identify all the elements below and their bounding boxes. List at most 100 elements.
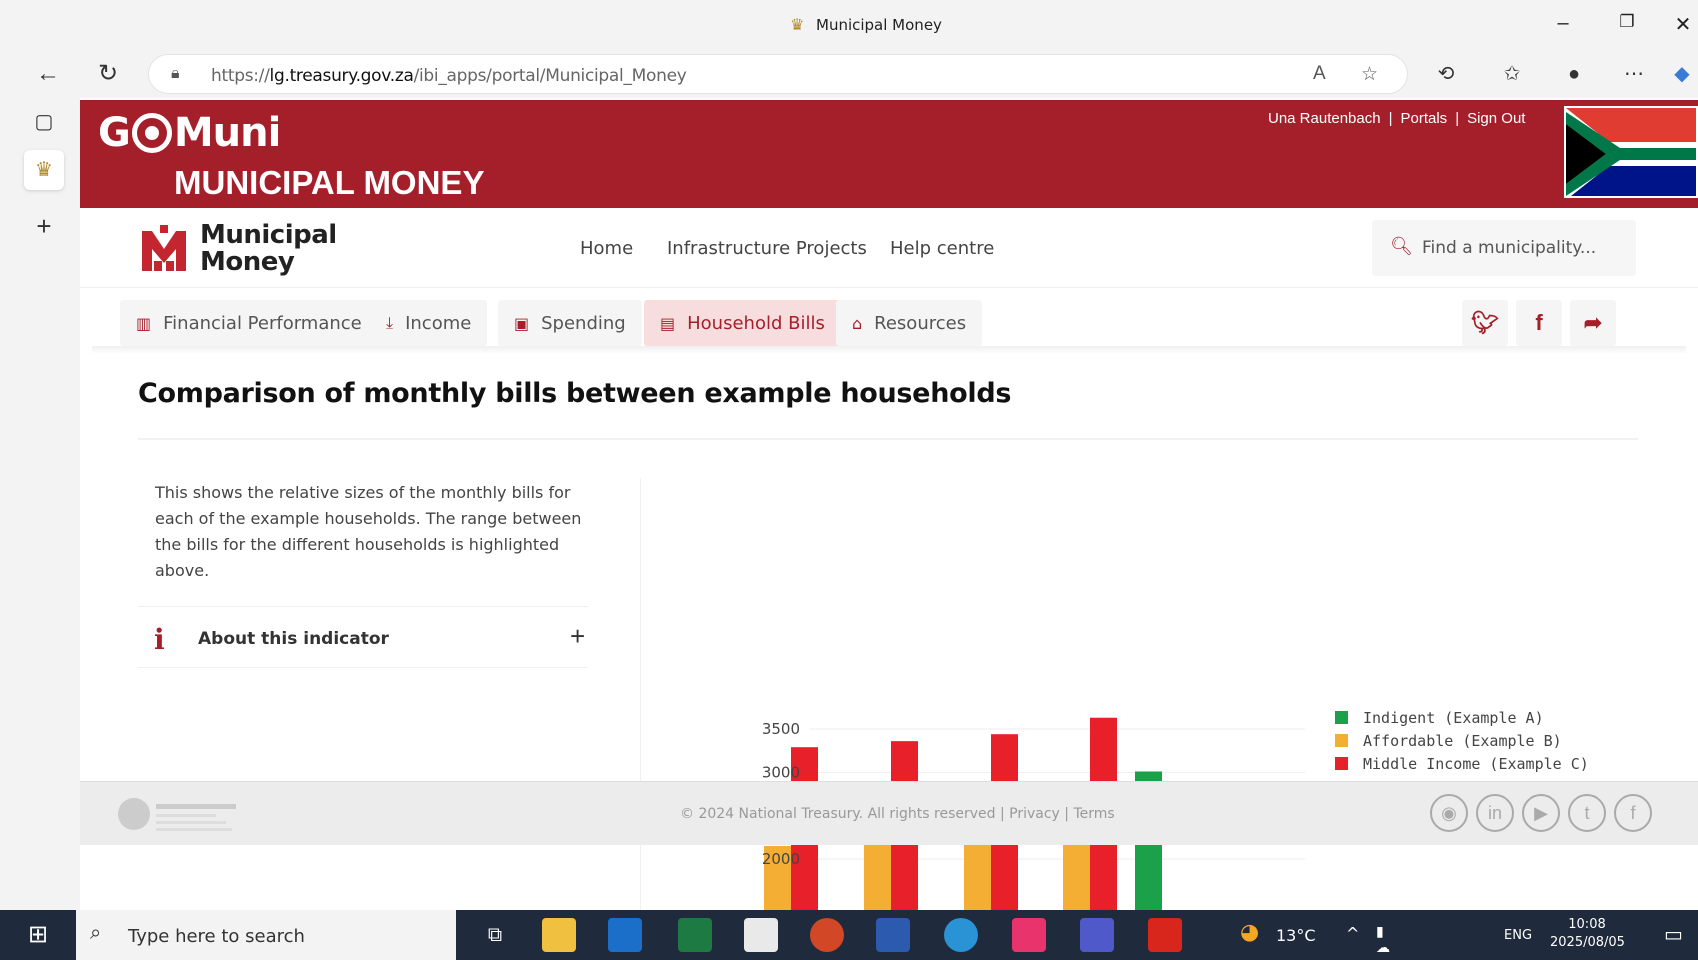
teams-icon[interactable] xyxy=(1080,918,1114,952)
facebook-icon[interactable]: f xyxy=(1614,794,1652,832)
youtube-icon[interactable]: ▶ xyxy=(1522,794,1560,832)
back-icon[interactable]: ← xyxy=(32,58,64,90)
clock-time: 10:08 xyxy=(1568,917,1606,932)
browser-title-bar: ♛ Municipal Money – ❐ ✕ xyxy=(0,0,1698,50)
tab-label: Resources xyxy=(874,312,967,334)
heading-divider xyxy=(138,438,1638,440)
task-view-icon[interactable]: ⧉ xyxy=(478,918,512,952)
taskbar-search-placeholder: Type here to search xyxy=(128,926,305,947)
site-subtitle: MUNICIPAL MONEY xyxy=(174,164,485,201)
tab-household-bills[interactable]: ▤ Household Bills xyxy=(644,300,841,346)
twitter-icon[interactable]: t xyxy=(1568,794,1606,832)
tab-label: Income xyxy=(405,312,472,334)
user-links: Una Rautenbach | Portals | Sign Out xyxy=(1268,110,1525,127)
rss-icon[interactable]: ◉ xyxy=(1430,794,1468,832)
tab-resources[interactable]: ⌂ Resources xyxy=(836,300,983,346)
read-aloud-icon[interactable]: A xyxy=(1313,63,1326,85)
user-name-link[interactable]: Una Rautenbach xyxy=(1268,110,1381,127)
south-africa-flag-icon xyxy=(1564,106,1698,198)
refresh-icon[interactable]: ↻ xyxy=(92,58,124,90)
twitter-icon[interactable]: 🐦︎ xyxy=(1462,300,1508,346)
nav-infrastructure-projects[interactable]: Infrastructure Projects xyxy=(667,238,867,259)
acrobat-icon[interactable] xyxy=(1148,918,1182,952)
snipping-tool-icon[interactable] xyxy=(1012,918,1046,952)
gomuni-header: G Muni MUNICIPAL MONEY Una Rautenbach | P… xyxy=(80,100,1698,208)
tab-income[interactable]: ⤓ Income xyxy=(370,300,488,346)
outlook-icon[interactable] xyxy=(608,918,642,952)
edge-icon[interactable] xyxy=(944,918,978,952)
tab-label: Financial Performance xyxy=(163,312,362,334)
new-tab-icon[interactable]: + xyxy=(24,206,64,246)
lock-icon[interactable]: 🔒︎ xyxy=(171,65,180,83)
tray-chevron-icon[interactable]: ^ xyxy=(1346,924,1359,943)
main-nav: Municipal Money Home Infrastructure Proj… xyxy=(80,208,1698,288)
url-text[interactable]: https://lg.treasury.gov.za/ibi_apps/port… xyxy=(211,66,687,86)
about-indicator-accordion[interactable]: i About this indicator + xyxy=(138,606,588,668)
portals-link[interactable]: Portals xyxy=(1401,110,1448,127)
tab-title: Municipal Money xyxy=(816,16,942,34)
tab-actions-icon[interactable]: ▢ xyxy=(24,102,64,142)
logo-line-2: Money xyxy=(200,247,295,277)
money-icon: ▣ xyxy=(514,313,530,333)
temperature-text[interactable]: 13°C xyxy=(1276,926,1316,945)
browser-toolbar: ← ↻ 🔒︎ https://lg.treasury.gov.za/ibi_ap… xyxy=(0,50,1698,98)
indicator-description: This shows the relative sizes of the mon… xyxy=(155,483,582,580)
tab-spending[interactable]: ▣ Spending xyxy=(498,300,642,346)
page-viewport: G Muni MUNICIPAL MONEY Una Rautenbach | P… xyxy=(80,98,1698,910)
site-footer: © 2024 National Treasury. All rights res… xyxy=(80,781,1698,845)
briefcase-icon: ⌂ xyxy=(852,313,863,333)
address-bar[interactable]: 🔒︎ https://lg.treasury.gov.za/ibi_apps/p… xyxy=(148,54,1408,94)
windows-taskbar: ⊞ ⌕ Type here to search ⧉ ◕ 13°C ^ ▮ ☁ ▬… xyxy=(0,910,1698,960)
info-icon: i xyxy=(154,623,165,656)
copilot-icon[interactable]: ◆ xyxy=(1666,58,1698,90)
facebook-icon[interactable]: f xyxy=(1516,300,1562,346)
language-indicator[interactable]: ENG xyxy=(1504,928,1532,943)
minimize-icon[interactable]: – xyxy=(1548,12,1578,35)
find-municipality-search[interactable]: 🔍︎ Find a municipality... xyxy=(1372,220,1636,276)
y-tick-label: 3500 xyxy=(762,720,800,738)
more-menu-icon[interactable]: ⋯ xyxy=(1618,58,1650,90)
notifications-icon[interactable]: ▭ xyxy=(1664,922,1683,946)
taskbar-search[interactable]: ⌕ Type here to search xyxy=(76,910,456,960)
subnav-divider xyxy=(92,346,1686,354)
search-icon: ⌕ xyxy=(90,922,102,944)
close-icon[interactable]: ✕ xyxy=(1668,12,1698,37)
sign-out-link[interactable]: Sign Out xyxy=(1467,110,1525,127)
linkedin-icon[interactable]: in xyxy=(1476,794,1514,832)
share-icon[interactable]: ➦ xyxy=(1570,300,1616,346)
legend-label[interactable]: Indigent (Example A) xyxy=(1363,709,1544,727)
legend-label[interactable]: Middle Income (Example C) xyxy=(1363,755,1589,773)
restore-icon[interactable]: ❐ xyxy=(1612,12,1642,32)
municipal-money-logo[interactable]: Municipal Money xyxy=(138,222,337,276)
link-separator: | xyxy=(1455,110,1460,127)
bill-icon: ▤ xyxy=(660,313,676,333)
legend-swatch[interactable] xyxy=(1335,757,1348,770)
powerpoint-icon[interactable] xyxy=(810,918,844,952)
favorites-icon[interactable]: ✩ xyxy=(1496,58,1528,90)
nav-home[interactable]: Home xyxy=(580,238,633,259)
word-icon[interactable] xyxy=(876,918,910,952)
vertical-tab-strip: ▢ ♛ + xyxy=(0,98,80,910)
clock[interactable]: 10:08 2025/08/05 xyxy=(1550,916,1625,952)
tray-icons[interactable]: ▮ ☁ ▬ ▬ xyxy=(1376,924,1390,960)
nav-help-centre[interactable]: Help centre xyxy=(890,238,994,259)
profile-avatar-icon[interactable]: ● xyxy=(1558,58,1590,90)
legend-swatch[interactable] xyxy=(1335,734,1348,747)
store-icon[interactable] xyxy=(744,918,778,952)
logo-ring-icon xyxy=(131,113,172,153)
bar-affordable-example-b[interactable] xyxy=(864,842,891,910)
legend-label[interactable]: Affordable (Example B) xyxy=(1363,732,1562,750)
gomuni-logo[interactable]: G Muni xyxy=(98,110,281,156)
extensions-icon[interactable]: ⟲ xyxy=(1430,58,1462,90)
expand-plus-icon[interactable]: + xyxy=(570,621,585,652)
tab-financial-performance[interactable]: ▥ Financial Performance xyxy=(120,300,378,346)
weather-icon[interactable]: ◕ xyxy=(1240,920,1259,945)
favorite-star-icon[interactable]: ☆ xyxy=(1361,63,1378,86)
excel-icon[interactable] xyxy=(678,918,712,952)
m-logo-icon xyxy=(138,223,190,275)
bar-affordable-example-b[interactable] xyxy=(964,837,991,910)
active-tab-favicon[interactable]: ♛ xyxy=(24,150,64,190)
file-explorer-icon[interactable] xyxy=(542,918,576,952)
windows-start-icon[interactable]: ⊞ xyxy=(0,910,76,960)
legend-swatch[interactable] xyxy=(1335,711,1348,724)
